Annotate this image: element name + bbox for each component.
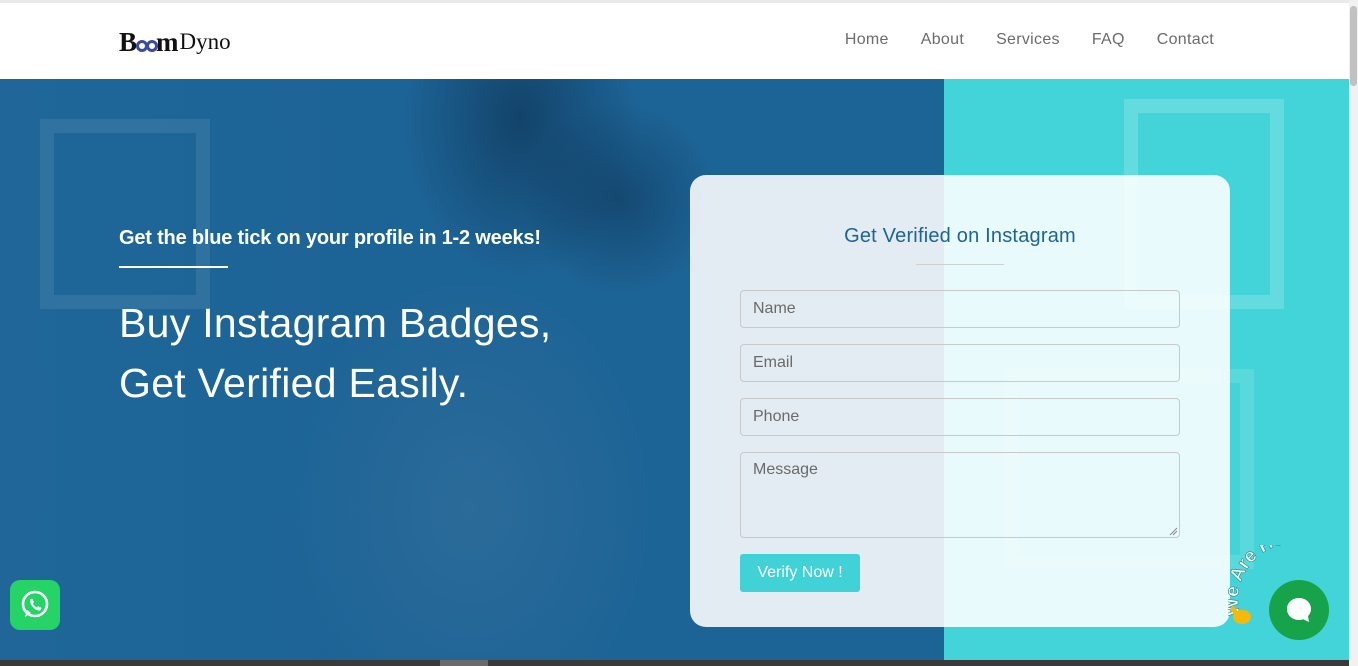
headline-line-2: Get Verified Easily. xyxy=(119,360,469,406)
bottom-scroll-thumb[interactable] xyxy=(440,660,488,666)
logo-oo-icon xyxy=(136,32,159,52)
headline-line-1: Buy Instagram Badges, xyxy=(119,300,552,346)
chat-button[interactable] xyxy=(1269,580,1329,640)
page-scrollbar[interactable] xyxy=(1349,0,1358,666)
hero-section: Get the blue tick on your profile in 1-2… xyxy=(0,79,1349,660)
email-input[interactable] xyxy=(740,344,1180,382)
nav-link-about[interactable]: About xyxy=(921,31,964,49)
nav-link-faq[interactable]: FAQ xyxy=(1092,31,1125,49)
resize-grip-icon[interactable] xyxy=(1168,526,1178,536)
nav-link-home[interactable]: Home xyxy=(845,31,889,49)
verify-now-button[interactable]: Verify Now ! xyxy=(740,554,860,592)
site-logo[interactable]: B m Dyno xyxy=(119,25,231,59)
scrollbar-thumb[interactable] xyxy=(1350,6,1357,86)
bottom-scroll-track xyxy=(0,660,1349,666)
whatsapp-icon xyxy=(21,590,49,618)
logo-word-dyno: Dyno xyxy=(179,29,231,54)
hero-tagline: Get the blue tick on your profile in 1-2… xyxy=(119,227,541,249)
main-nav: Home About Services FAQ Contact xyxy=(845,31,1214,49)
verification-form: Get Verified on Instagram Verify Now ! xyxy=(690,175,1230,627)
logo-letter-b: B xyxy=(119,26,137,57)
logo-letter-m: m xyxy=(156,26,179,57)
name-input[interactable] xyxy=(740,290,1180,328)
window-frame-decor xyxy=(40,119,210,309)
form-title-divider xyxy=(916,264,1004,265)
chat-bubble-icon xyxy=(1287,598,1311,622)
form-title: Get Verified on Instagram xyxy=(844,225,1076,247)
nav-link-contact[interactable]: Contact xyxy=(1157,31,1214,49)
message-textarea[interactable] xyxy=(740,452,1180,538)
whatsapp-button[interactable] xyxy=(10,580,60,630)
tagline-divider xyxy=(119,266,228,268)
nav-link-services[interactable]: Services xyxy=(996,31,1060,49)
phone-input[interactable] xyxy=(740,398,1180,436)
site-header: B m Dyno Home About Services FAQ Contact xyxy=(0,3,1349,79)
hero-headline: Buy Instagram Badges, Get Verified Easil… xyxy=(119,293,551,413)
